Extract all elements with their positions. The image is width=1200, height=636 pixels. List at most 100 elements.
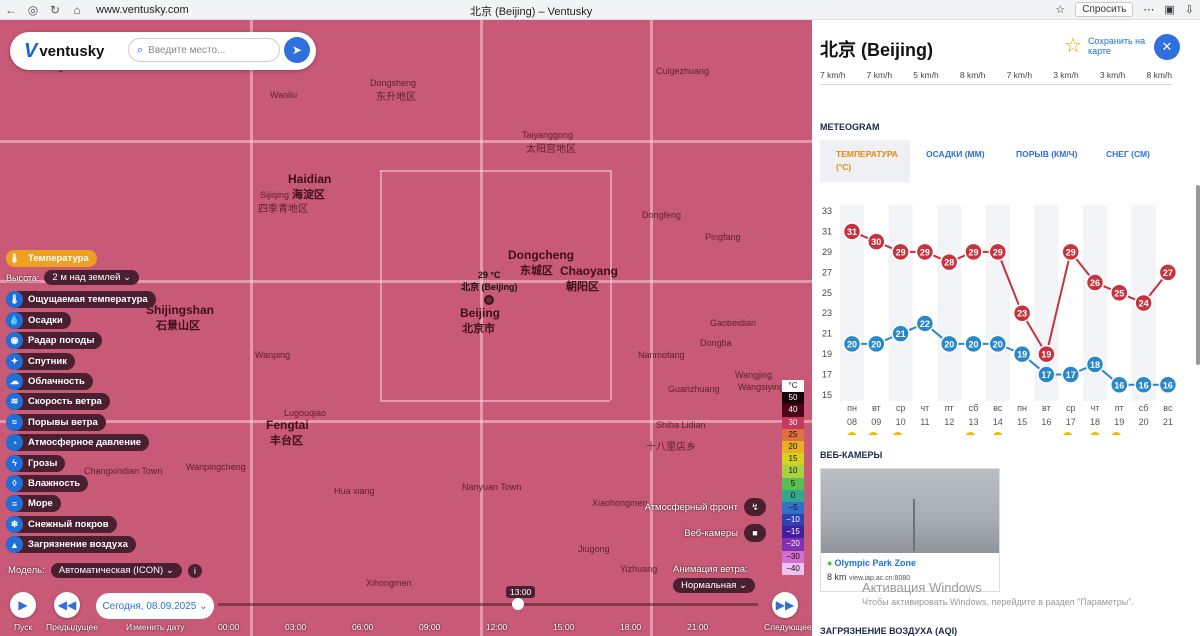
model-select[interactable]: Автоматическая (ICON) ⌄: [50, 563, 182, 578]
day-label: чт: [1091, 403, 1100, 413]
weather-map[interactable]: Dongsheng 东升地区 Taiyanggong 太阳宫地区 Haidian…: [0, 20, 812, 636]
webcam-image[interactable]: [821, 469, 999, 553]
sea-icon: ≡: [6, 495, 23, 513]
time-thumb[interactable]: [512, 598, 524, 610]
hour-label: 03:00: [285, 622, 307, 632]
next-button[interactable]: ▶▶: [772, 592, 798, 618]
map-label: Wanping: [255, 350, 291, 360]
search-input[interactable]: ⌕ Введите место...: [128, 38, 280, 62]
legend-unit: °C: [782, 380, 804, 393]
time-track[interactable]: [218, 603, 758, 606]
map-label: Pingfang: [705, 232, 741, 242]
ask-button[interactable]: Спросить: [1075, 2, 1134, 17]
data-label: 18: [1090, 360, 1100, 370]
wind-value: 7 km/h: [820, 70, 846, 80]
save-to-map-button[interactable]: ☆ Сохранить на карте: [1064, 36, 1152, 56]
layer-item[interactable]: ≈ Порывы ветра: [6, 413, 106, 431]
map-label: Chaoyang: [560, 264, 619, 278]
webcam-name: Olympic Park Zone: [834, 558, 916, 568]
search-icon: ⌕: [137, 43, 144, 56]
layer-item[interactable]: ✦ Спутник: [6, 352, 75, 370]
layer-item[interactable]: 🌡 Ощущаемая температура: [6, 291, 156, 309]
day-label: сб: [1139, 403, 1149, 413]
menu-icon[interactable]: ⋯: [1143, 3, 1154, 16]
play-button[interactable]: ▶: [10, 592, 36, 618]
current-time: 13:00: [506, 586, 536, 598]
logo[interactable]: ventusky: [39, 43, 104, 60]
data-label: 17: [1041, 370, 1051, 380]
height-row: Высота: 2 м над землей ⌄: [6, 270, 156, 286]
map-label: 北京市: [462, 323, 495, 335]
bookmark-icon[interactable]: ☆: [1055, 3, 1065, 16]
date-label: 16: [1041, 417, 1051, 427]
browser-bar: ← ◎ ↻ ⌂ www.ventusky.com 北京 (Beijing) – …: [0, 0, 1200, 20]
model-row: Модель: Автоматическая (ICON) ⌄ i: [8, 563, 202, 578]
wind-value: 8 km/h: [959, 70, 986, 80]
download-icon[interactable]: ⇩: [1185, 3, 1194, 16]
layer-item[interactable]: 💧 Осадки: [6, 311, 71, 329]
front-toggle[interactable]: ↯: [744, 498, 766, 516]
animation-control: Анимация ветра: Нормальная ⌄: [673, 564, 756, 593]
legend-swatch: 20: [782, 440, 804, 454]
hour-label: 12:00: [486, 622, 508, 632]
reload-icon[interactable]: ↻: [44, 3, 66, 17]
day-label: ср: [1066, 403, 1076, 413]
data-label: 30: [871, 237, 881, 247]
meteogram-tab[interactable]: ТЕМПЕРАТУРА (°C): [820, 140, 910, 182]
webcam-card[interactable]: ● Olympic Park Zone 8 km view.iap.ac.cn:8…: [820, 468, 1000, 592]
date-label: 14: [993, 417, 1003, 427]
data-label: 27: [1163, 268, 1173, 278]
prev-button[interactable]: ◀◀: [54, 592, 80, 618]
day-column: [961, 205, 986, 401]
layer-item[interactable]: ◔ Атмосферное давление: [6, 434, 150, 452]
layer-item[interactable]: ❄ Снежный покров: [6, 515, 117, 533]
data-label: 21: [896, 329, 906, 339]
map-label: 东城区: [520, 265, 553, 277]
layer-item[interactable]: ◉ Радар погоды: [6, 332, 103, 350]
data-label: 20: [847, 339, 857, 349]
page-title: 北京 (Beijing) – Ventusky: [470, 6, 593, 18]
locate-button[interactable]: ➤: [284, 37, 310, 63]
data-label: 23: [1017, 309, 1027, 319]
scrollbar[interactable]: [1196, 185, 1200, 365]
camera-icon[interactable]: ■: [744, 524, 766, 542]
map-label: Wangjing: [735, 370, 773, 380]
layer-item[interactable]: ▲ Загрязнение воздуха: [6, 536, 136, 554]
legend-swatch: 25: [782, 428, 804, 441]
date-button[interactable]: Сегодня, 08.09.2025 ⌄: [96, 593, 214, 619]
y-tick-label: 23: [822, 308, 832, 318]
layer-item[interactable]: ϟ Грозы: [6, 454, 66, 472]
map-label: Wangsiying: [738, 382, 785, 392]
prev-label: Предыдущее: [46, 622, 99, 632]
map-label: 石景山区: [156, 320, 200, 332]
legend-swatch: −5: [782, 501, 804, 515]
meteogram-tab[interactable]: ПОРЫВ (КМ/Ч): [1000, 140, 1090, 182]
meteogram-tab[interactable]: СНЕГ (СМ): [1090, 140, 1180, 182]
height-select[interactable]: 2 м над землей ⌄: [44, 270, 140, 286]
location-marker[interactable]: 29 °C 北京 (Beijing): [461, 270, 518, 305]
layer-item[interactable]: ≋ Скорость ветра: [6, 393, 110, 411]
legend-swatch: 15: [782, 453, 804, 466]
layer-item[interactable]: ◊ Влажность: [6, 474, 89, 492]
extension-icon[interactable]: ▣: [1164, 3, 1174, 16]
info-icon[interactable]: i: [187, 563, 202, 578]
map-label: Guanzhuang: [668, 384, 720, 394]
map-label: Wanpingcheng: [186, 462, 246, 472]
layer-item[interactable]: ☁ Облачность: [6, 372, 93, 390]
hour-label: 18:00: [620, 622, 642, 632]
data-label: 16: [1114, 380, 1124, 390]
url-bar[interactable]: www.ventusky.com: [96, 4, 456, 16]
layer-temperature[interactable]: 🌡 Температура: [6, 250, 97, 267]
back-icon[interactable]: ←: [0, 3, 22, 17]
day-label: вс: [993, 403, 1003, 413]
day-column: [1155, 205, 1176, 401]
logo-icon: V: [24, 39, 38, 62]
day-column: [1010, 205, 1035, 401]
wind-value: 3 km/h: [1053, 70, 1079, 80]
layer-item[interactable]: ≡ Море: [6, 495, 61, 513]
meteogram-chart: 33 31 29 27 25 23 21 19 17 15 31 30 29 29 28 29 29 23 19 29…: [822, 205, 1176, 435]
close-button[interactable]: ✕: [1154, 34, 1180, 60]
data-label: 17: [1066, 370, 1076, 380]
meteogram-tab[interactable]: ОСАДКИ (ММ): [910, 140, 1000, 182]
site-info-icon[interactable]: ◎: [22, 3, 44, 17]
